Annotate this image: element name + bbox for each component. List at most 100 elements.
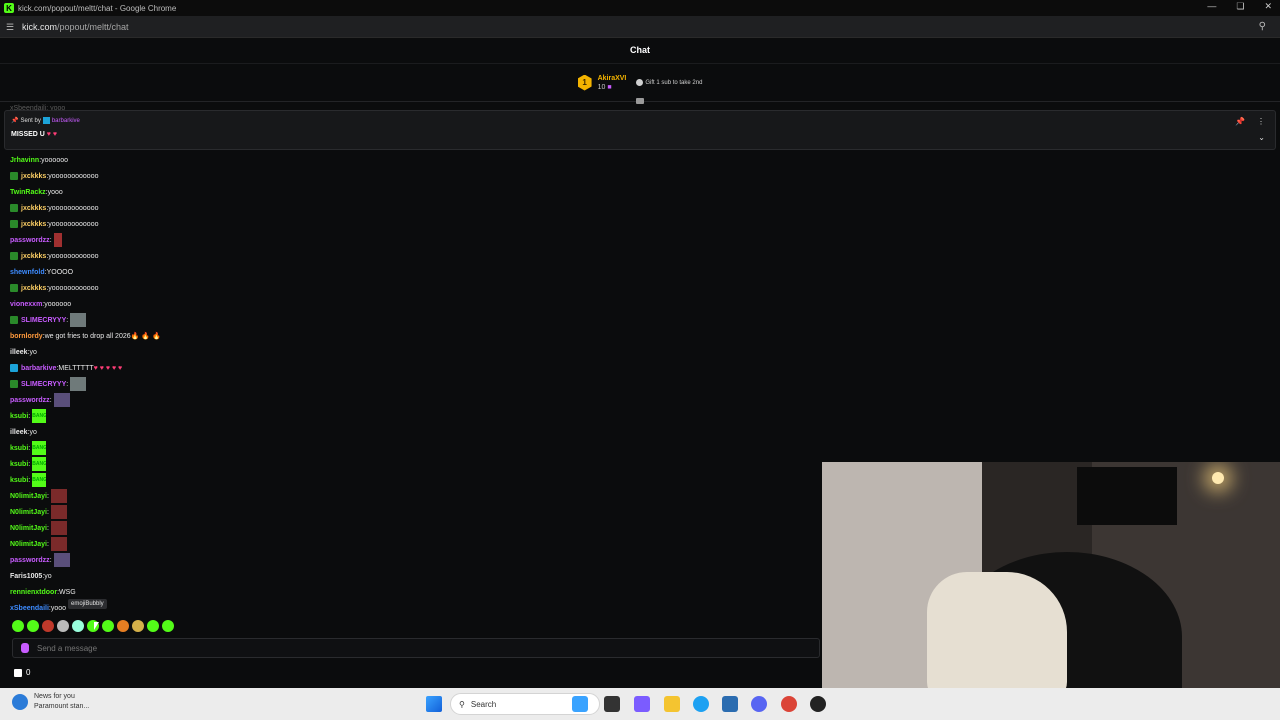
more-options-icon[interactable]: ⋮ xyxy=(1257,117,1265,126)
username-separator: : xyxy=(28,412,31,420)
chat-username[interactable]: jxckkks xyxy=(21,221,46,228)
chat-message-row: illeek: yo xyxy=(10,424,800,440)
chat-username[interactable]: N0limitJayi xyxy=(10,541,47,548)
heart-emote: ♥ ♥ xyxy=(46,131,58,138)
chat-message-text: yoooooooooooo xyxy=(48,220,99,228)
emote-picker-icon[interactable] xyxy=(21,643,29,653)
chat-username[interactable]: N0limitJayi xyxy=(10,493,47,500)
news-subtitle: Paramount stan... xyxy=(34,703,90,710)
leader-count: 10 ■ xyxy=(598,83,627,92)
app-icon[interactable] xyxy=(810,696,826,712)
edge-icon[interactable] xyxy=(693,696,709,712)
emote-icon[interactable] xyxy=(27,620,39,632)
emote-icon[interactable] xyxy=(42,620,54,632)
chat-message-row: shewnfold: YOOOO xyxy=(10,264,800,280)
chat-username[interactable]: ksubi xyxy=(10,461,28,468)
chat-message-text: yoooooooooooo xyxy=(48,204,99,212)
chat-username[interactable]: passwordzz xyxy=(10,237,50,244)
pinned-user[interactable]: barbarkive xyxy=(52,118,80,124)
chat-messages: Jrhavinn: yoooooo jxckkks: yoooooooooooo T… xyxy=(10,152,800,616)
chat-username[interactable]: jxckkks xyxy=(21,205,46,212)
emote-tooltip: emojiBubbly xyxy=(68,599,107,609)
chat-username[interactable]: N0limitJayi xyxy=(10,525,47,532)
chat-username[interactable]: jxckkks xyxy=(21,173,46,180)
chat-message-text: yo xyxy=(29,348,37,356)
chrome-icon[interactable] xyxy=(781,696,797,712)
chevron-down-icon[interactable]: ⌄ xyxy=(1258,133,1265,142)
pinned-message[interactable]: 📌 Sent by barbarkive MISSED U ♥ ♥ 📌 ⋮ ⌄ xyxy=(4,110,1276,150)
chat-message-text: yo xyxy=(44,572,52,580)
user-badge-icon xyxy=(10,172,18,180)
restore-icon[interactable]: ❏ xyxy=(1236,1,1244,12)
chat-username[interactable]: passwordzz xyxy=(10,397,50,404)
emote-icon[interactable] xyxy=(117,620,129,632)
chat-message-text: yoooooooooooo xyxy=(48,172,99,180)
chat-username[interactable]: illeek xyxy=(10,429,28,436)
zoom-icon[interactable]: ⚲ xyxy=(1259,21,1266,32)
chat-username[interactable]: TwinRackz xyxy=(10,189,46,196)
chat-message-row: passwordzz: xyxy=(10,232,800,248)
username-separator: : xyxy=(28,476,31,484)
chat-username[interactable]: SLIMECRYYY xyxy=(21,381,66,388)
chat-message-text: yoooooo xyxy=(44,300,72,308)
chat-username[interactable]: jxckkks xyxy=(21,253,46,260)
chat-input-box[interactable] xyxy=(12,638,820,658)
window-titlebar: K kick.com/popout/meltt/chat - Google Ch… xyxy=(0,0,1280,16)
windows-start-icon[interactable] xyxy=(426,696,442,712)
chat-username[interactable]: passwordzz xyxy=(10,557,50,564)
chat-username[interactable]: Faris1005 xyxy=(10,573,42,580)
gift-cta[interactable]: Gift 1 sub to take 2nd xyxy=(636,79,702,86)
chat-username[interactable]: ksubi xyxy=(10,445,28,452)
gift-leaderboard[interactable]: 1 AkiraXVI 10 ■ Gift 1 sub to take 2nd xyxy=(0,64,1280,102)
chat-username[interactable]: ksubi xyxy=(10,477,28,484)
emote-icon[interactable] xyxy=(57,620,69,632)
pin-icon[interactable]: 📌 xyxy=(1235,117,1245,126)
copilot-icon[interactable] xyxy=(634,696,650,712)
emote-icon[interactable] xyxy=(102,620,114,632)
task-view-icon[interactable] xyxy=(604,696,620,712)
url-text[interactable]: kick.com/popout/meltt/chat xyxy=(22,22,129,32)
chat-message-row: jxckkks: yoooooooooooo xyxy=(10,216,800,232)
chat-username[interactable]: shewnfold xyxy=(10,269,45,276)
address-bar[interactable]: ☰ kick.com/popout/meltt/chat ⚲ xyxy=(0,16,1280,38)
chat-username[interactable]: Jrhavinn xyxy=(10,157,39,164)
site-settings-icon[interactable]: ☰ xyxy=(6,22,16,32)
chat-username[interactable]: jxckkks xyxy=(21,285,46,292)
chat-username[interactable]: xSbeendaili xyxy=(10,605,49,612)
file-explorer-icon[interactable] xyxy=(664,696,680,712)
window-controls: — ❏ ✕ xyxy=(1207,1,1272,12)
channel-points[interactable]: 0 xyxy=(14,668,30,677)
store-icon[interactable] xyxy=(722,696,738,712)
windows-taskbar: News for you Paramount stan... ⚲ Search xyxy=(0,688,1280,720)
emote-icon[interactable] xyxy=(162,620,174,632)
app-icon[interactable] xyxy=(572,696,588,712)
leader-info: AkiraXVI 10 ■ xyxy=(598,74,627,92)
chat-username[interactable]: barbarkive xyxy=(21,365,56,372)
pinned-message-text: MISSED U xyxy=(11,131,45,138)
chat-username[interactable]: rennienxtdoor xyxy=(10,589,57,596)
close-icon[interactable]: ✕ xyxy=(1264,1,1272,12)
chat-message-row: Faris1005: yo xyxy=(10,568,800,584)
chat-username[interactable]: SLIMECRYYY xyxy=(21,317,66,324)
chat-message-row: ksubi: BANG xyxy=(10,472,800,488)
chat-username[interactable]: N0limitJayi xyxy=(10,509,47,516)
pin-small-icon: 📌 xyxy=(11,118,19,124)
emote-icon[interactable] xyxy=(72,620,84,632)
rank-medal-icon: 1 xyxy=(577,74,592,91)
chat-username[interactable]: ksubi xyxy=(10,413,28,420)
emote-icon[interactable] xyxy=(147,620,159,632)
news-widget[interactable]: News for you Paramount stan... xyxy=(12,692,89,712)
emote-icon[interactable] xyxy=(132,620,144,632)
chat-message-row: rennienxtdoor: WSG xyxy=(10,584,800,600)
chat-message-row: ksubi: BANG xyxy=(10,440,800,456)
username-separator: : xyxy=(46,492,49,500)
discord-icon[interactable] xyxy=(751,696,767,712)
chat-message-text: we got fries to drop all 2026 xyxy=(44,332,131,340)
chat-username[interactable]: vionexxm xyxy=(10,301,42,308)
emote-icon[interactable] xyxy=(12,620,24,632)
chat-username[interactable]: illeek xyxy=(10,349,28,356)
send-message-input[interactable] xyxy=(37,643,737,653)
minimize-icon[interactable]: — xyxy=(1207,1,1216,12)
scroll-handle[interactable] xyxy=(636,98,644,104)
chat-username[interactable]: bornlordy xyxy=(10,333,43,340)
